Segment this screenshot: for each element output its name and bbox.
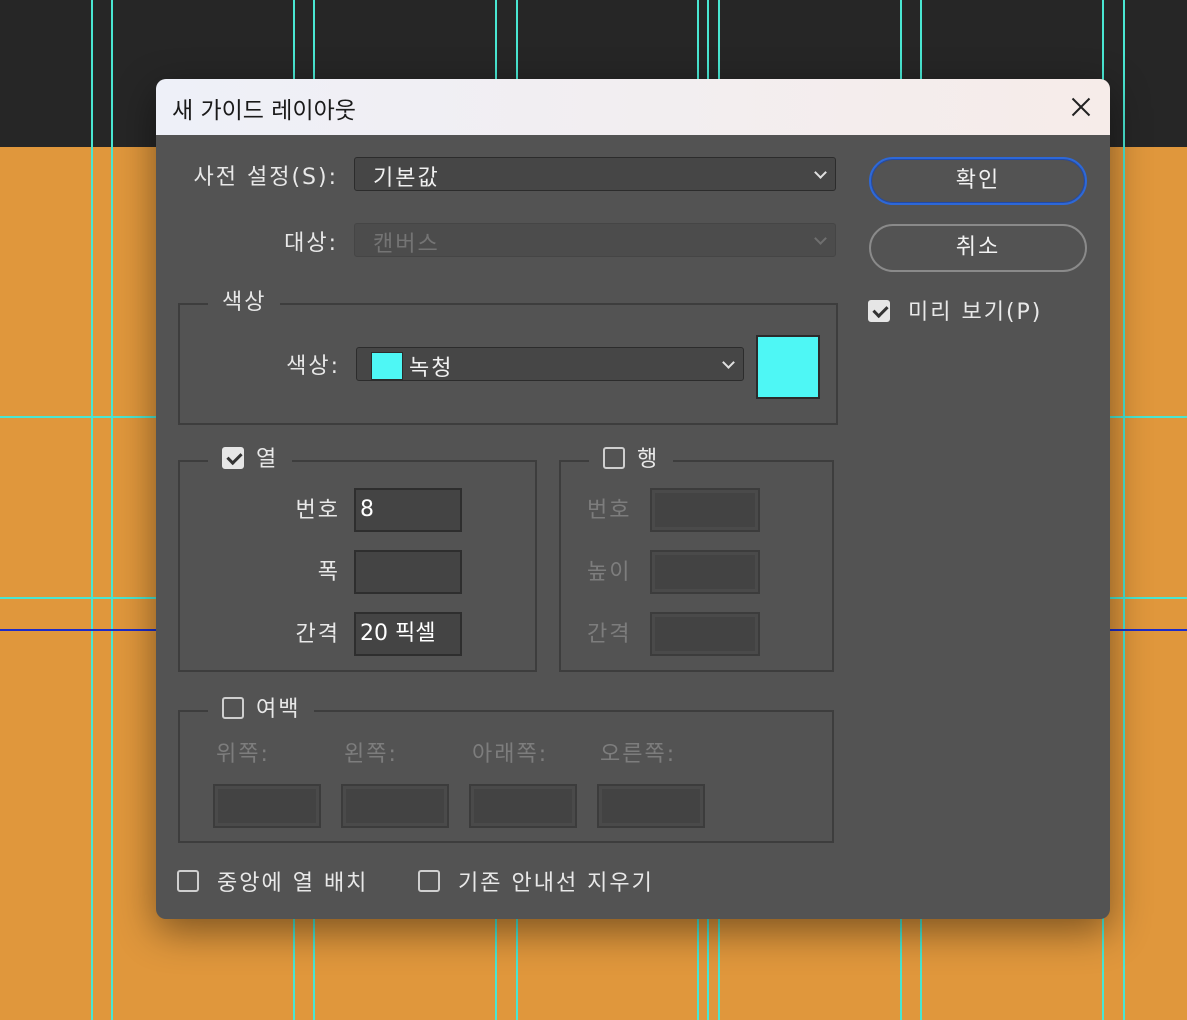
- target-label: 대상:: [284, 231, 338, 256]
- rows-height-label: 높이: [587, 560, 632, 585]
- margin-bottom-label: 아래쪽:: [472, 742, 549, 767]
- columns-checkbox[interactable]: [222, 447, 244, 469]
- columns-group-header: 열: [208, 445, 293, 475]
- preset-value: 기본값: [373, 166, 440, 191]
- margin-top-input: [213, 784, 321, 828]
- margin-top-label: 위쪽:: [216, 742, 270, 767]
- guide-line: [1123, 0, 1125, 1020]
- margin-left-input: [341, 784, 449, 828]
- chevron-down-icon: [814, 166, 827, 179]
- target-value: 캔버스: [373, 232, 440, 257]
- center-columns-label: 중앙에 열 배치: [217, 871, 369, 896]
- rows-height-input: [650, 550, 760, 594]
- color-swatch-icon: [371, 352, 403, 380]
- preview-label: 미리 보기(P): [908, 300, 1043, 325]
- columns-number-label: 번호: [295, 498, 340, 523]
- columns-number-input[interactable]: 8: [354, 488, 462, 532]
- rows-number-label: 번호: [587, 498, 632, 523]
- preset-select[interactable]: 기본값: [354, 157, 836, 191]
- center-columns-checkbox[interactable]: [177, 870, 199, 892]
- rows-group: 행 번호 높이 간격: [559, 445, 834, 672]
- margin-left-label: 왼쪽:: [344, 742, 398, 767]
- clear-existing-checkbox[interactable]: [418, 870, 440, 892]
- close-icon[interactable]: [1060, 89, 1100, 125]
- columns-gutter-input[interactable]: 20 픽셀: [354, 612, 462, 656]
- margin-right-label: 오른쪽:: [600, 742, 677, 767]
- color-select[interactable]: 녹청: [356, 347, 744, 381]
- target-select: 캔버스: [354, 223, 836, 257]
- margin-right-input: [597, 784, 705, 828]
- margin-checkbox[interactable]: [222, 697, 244, 719]
- new-guide-layout-dialog: 새 가이드 레이아웃 사전 설정(S): 기본값 대상: 캔버스 색상 색상: …: [156, 79, 1110, 919]
- chevron-down-icon: [814, 232, 827, 245]
- margin-group-header: 여백: [208, 695, 315, 725]
- chevron-down-icon: [722, 356, 735, 369]
- guide-line: [111, 0, 113, 1020]
- ok-button[interactable]: 확인: [869, 157, 1087, 205]
- rows-gutter-label: 간격: [587, 622, 632, 647]
- columns-title: 열: [256, 447, 279, 472]
- guide-line: [91, 0, 93, 1020]
- cancel-button[interactable]: 취소: [869, 224, 1087, 272]
- preview-checkbox[interactable]: [868, 300, 890, 322]
- columns-width-label: 폭: [317, 560, 340, 585]
- rows-checkbox[interactable]: [603, 447, 625, 469]
- columns-group: 열 번호 8 폭 간격 20 픽셀: [178, 445, 537, 672]
- color-value: 녹청: [409, 356, 454, 381]
- rows-group-header: 행: [589, 445, 674, 475]
- margin-group: 여백 위쪽: 왼쪽: 아래쪽: 오른쪽:: [178, 695, 834, 843]
- color-group-title: 색상: [208, 288, 281, 318]
- dialog-title: 새 가이드 레이아웃: [172, 98, 356, 124]
- color-label: 색상:: [286, 354, 340, 379]
- clear-existing-label: 기존 안내선 지우기: [458, 871, 654, 896]
- dialog-titlebar: 새 가이드 레이아웃: [156, 79, 1110, 135]
- color-group: 색상 색상: 녹청: [178, 288, 838, 425]
- columns-width-input[interactable]: [354, 550, 462, 594]
- margin-bottom-input: [469, 784, 577, 828]
- rows-number-input: [650, 488, 760, 532]
- margin-title: 여백: [256, 697, 301, 722]
- preset-label: 사전 설정(S):: [193, 165, 338, 190]
- rows-title: 행: [637, 447, 660, 472]
- rows-gutter-input: [650, 612, 760, 656]
- color-swatch-button[interactable]: [756, 335, 820, 399]
- columns-gutter-label: 간격: [295, 622, 340, 647]
